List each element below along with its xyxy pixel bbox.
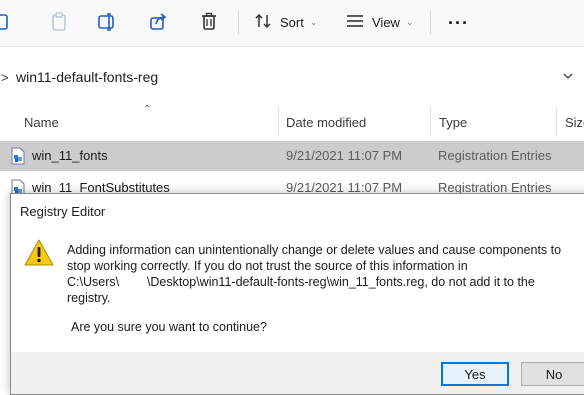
dialog-message: Adding information can unintentionally c…: [67, 242, 584, 306]
dialog-message-line: stop working correctly. If you do not tr…: [67, 259, 468, 273]
breadcrumb-separator: >: [1, 69, 9, 85]
file-type: Registration Entries: [438, 148, 552, 163]
rename-icon[interactable]: [92, 8, 122, 36]
view-icon: [346, 14, 364, 31]
chevron-down-icon[interactable]: [562, 69, 574, 85]
command-bar: Sort ⌄ View ⌄ ···: [0, 0, 584, 47]
yes-button[interactable]: Yes: [441, 362, 509, 386]
address-bar[interactable]: > win11-default-fonts-reg: [0, 62, 584, 92]
delete-icon[interactable]: [194, 8, 224, 36]
dialog-message-line: registry.: [67, 291, 111, 305]
column-header-name[interactable]: Name: [24, 115, 59, 130]
dialog-message-line: Adding information can unintentionally c…: [67, 243, 562, 257]
chevron-down-icon: ⌄: [309, 16, 318, 27]
dialog-title: Registry Editor: [20, 204, 106, 219]
view-label: View: [372, 14, 400, 30]
toolbar-divider: [430, 10, 431, 34]
registry-editor-dialog: Registry Editor Adding information can u…: [10, 193, 584, 395]
no-button[interactable]: No: [521, 362, 584, 386]
file-name: win_11_fonts: [32, 148, 108, 163]
warning-icon: [23, 238, 55, 273]
column-divider[interactable]: [556, 107, 557, 137]
breadcrumb-folder[interactable]: win11-default-fonts-reg: [16, 69, 158, 85]
sort-icon: [254, 13, 272, 32]
paste-icon[interactable]: [44, 8, 74, 36]
sort-button[interactable]: Sort ⌄: [254, 8, 317, 36]
dialog-confirm-question: Are you sure you want to continue?: [71, 320, 267, 334]
column-divider[interactable]: [430, 107, 431, 137]
share-icon[interactable]: [143, 8, 173, 36]
column-header-type[interactable]: Type: [439, 115, 467, 130]
dialog-message-line: C:\Users\ \Desktop\win11-default-fonts-r…: [67, 275, 535, 289]
registry-file-icon: [10, 147, 26, 168]
more-options-button[interactable]: ···: [448, 13, 469, 34]
sort-label: Sort: [280, 14, 304, 30]
cut-icon[interactable]: [0, 8, 16, 36]
view-button[interactable]: View ⌄: [346, 8, 414, 36]
chevron-down-icon: ⌄: [405, 16, 414, 27]
file-row[interactable]: win_11_fonts 9/21/2021 11:07 PM Registra…: [0, 141, 584, 171]
column-divider[interactable]: [278, 107, 279, 137]
toolbar-divider: [238, 10, 239, 34]
column-header-row: Name Date modified Type Size: [0, 104, 584, 140]
column-header-size[interactable]: Size: [565, 115, 584, 130]
file-date-modified: 9/21/2021 11:07 PM: [286, 148, 403, 163]
column-header-date-modified[interactable]: Date modified: [286, 115, 366, 130]
